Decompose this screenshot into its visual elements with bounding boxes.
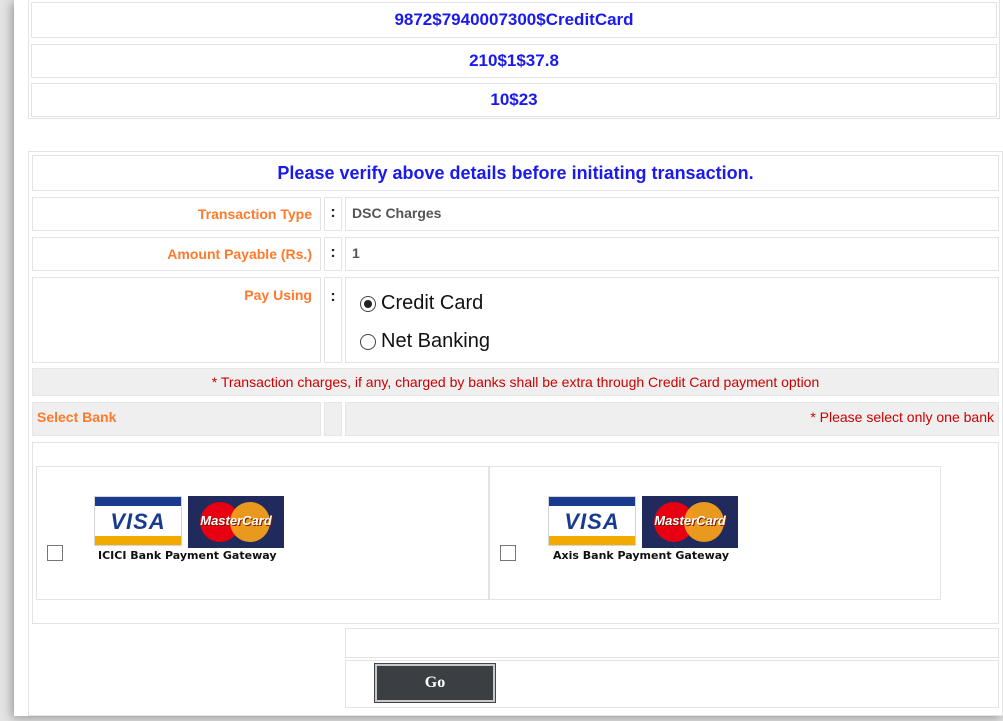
transaction-type-value: DSC Charges bbox=[345, 197, 999, 231]
visa-band-bottom bbox=[549, 536, 635, 545]
visa-band-top bbox=[549, 497, 635, 506]
info-line-3: 10$23 bbox=[31, 83, 997, 117]
amount-label: Amount Payable (Rs.) bbox=[32, 237, 321, 271]
radio-credit-card-label: Credit Card bbox=[381, 292, 484, 314]
axis-bank-checkbox[interactable] bbox=[500, 545, 516, 561]
axis-gateway-label: Axis Bank Payment Gateway bbox=[553, 549, 729, 562]
pay-using-separator: : bbox=[324, 277, 342, 363]
visa-band-top bbox=[95, 497, 181, 506]
radio-net-banking-indicator[interactable] bbox=[360, 333, 376, 350]
amount-value: 1 bbox=[345, 237, 999, 271]
visa-logo-icon: VISA bbox=[94, 496, 182, 546]
transaction-type-separator: : bbox=[324, 197, 342, 231]
radio-credit-card-indicator[interactable] bbox=[360, 295, 376, 312]
charges-note: * Transaction charges, if any, charged b… bbox=[32, 368, 999, 396]
mastercard-logo-text: MasterCard bbox=[200, 513, 272, 528]
mastercard-logo-text: MasterCard bbox=[654, 513, 726, 528]
icici-gateway-label: ICICI Bank Payment Gateway bbox=[98, 549, 277, 562]
verify-message: Please verify above details before initi… bbox=[32, 155, 999, 191]
icici-bank-checkbox[interactable] bbox=[47, 545, 63, 561]
select-bank-label: Select Bank bbox=[32, 402, 321, 436]
mastercard-logo-icon: MasterCard bbox=[188, 496, 284, 548]
info-line-1: 9872$7940007300$CreditCard bbox=[31, 2, 997, 38]
radio-net-banking-label: Net Banking bbox=[381, 330, 490, 352]
visa-logo-text: VISA bbox=[564, 509, 620, 534]
visa-band-bottom bbox=[95, 536, 181, 545]
mastercard-logo-icon: MasterCard bbox=[642, 496, 738, 548]
select-bank-spacer bbox=[324, 402, 342, 436]
payment-page: 9872$7940007300$CreditCard 210$1$37.8 10… bbox=[14, 0, 1003, 716]
amount-separator: : bbox=[324, 237, 342, 271]
info-line-2: 210$1$37.8 bbox=[31, 44, 997, 78]
transaction-type-label: Transaction Type bbox=[32, 197, 321, 231]
go-button[interactable]: Go bbox=[374, 663, 496, 703]
bottom-empty-row bbox=[345, 628, 999, 658]
card-logos-icici: VISA MasterCard bbox=[94, 496, 284, 548]
radio-net-banking[interactable]: Net Banking bbox=[360, 330, 490, 353]
pay-using-options: Credit Card Net Banking bbox=[345, 277, 999, 363]
select-bank-note: * Please select only one bank bbox=[345, 402, 999, 436]
visa-logo-icon: VISA bbox=[548, 496, 636, 546]
pay-using-label: Pay Using bbox=[32, 277, 321, 363]
visa-logo-text: VISA bbox=[110, 509, 166, 534]
card-logos-axis: VISA MasterCard bbox=[548, 496, 738, 548]
radio-credit-card[interactable]: Credit Card bbox=[360, 292, 483, 315]
